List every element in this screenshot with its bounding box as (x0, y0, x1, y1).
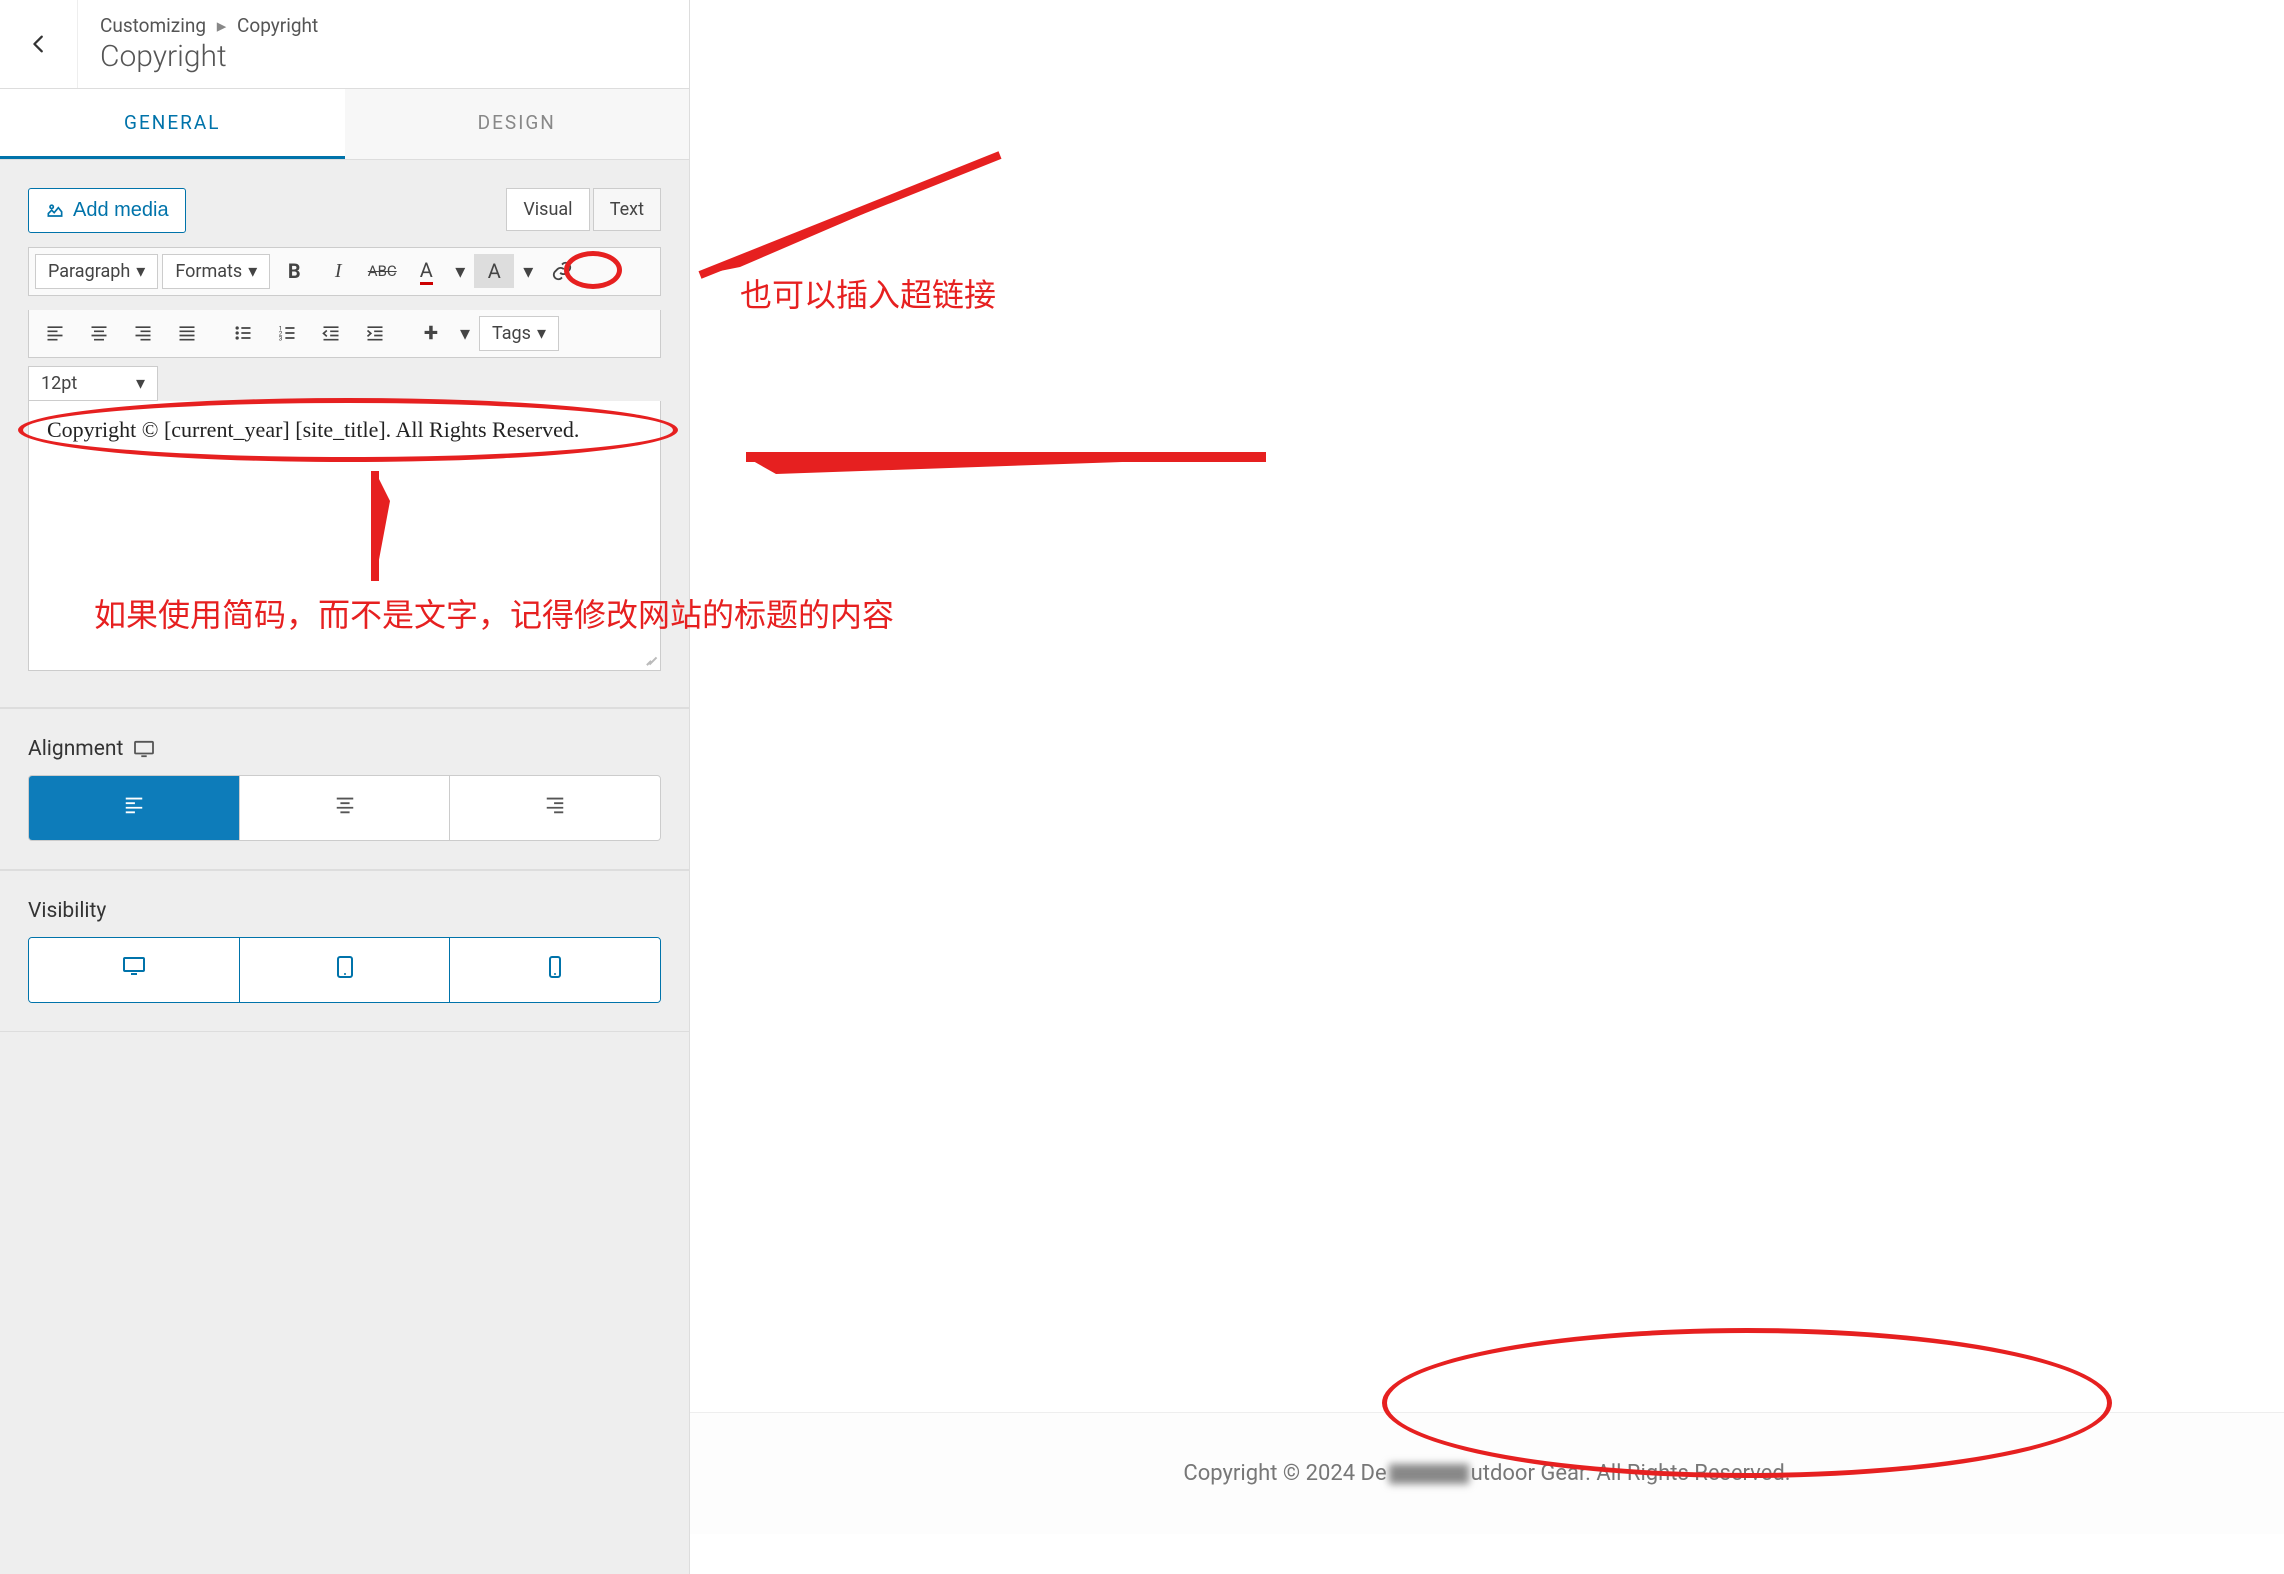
tab-design[interactable]: DESIGN (345, 89, 690, 159)
back-button[interactable] (0, 0, 78, 88)
align-left-icon (123, 794, 145, 816)
alignment-panel: Alignment (0, 708, 689, 870)
caret-down-icon: ▾ (537, 323, 546, 344)
add-media-label: Add media (73, 199, 169, 222)
insert-dropdown[interactable]: ▾ (455, 316, 475, 350)
align-right-option[interactable] (449, 776, 660, 840)
footer-preview: Copyright © 2024 De utdoor Gear. All Righ… (690, 1412, 2284, 1534)
desktop-icon (133, 740, 155, 758)
visibility-panel: Visibility (0, 870, 689, 1032)
formats-select[interactable]: Formats ▾ (162, 254, 270, 289)
link-icon (551, 260, 573, 282)
highlight-button[interactable]: A (474, 254, 514, 288)
align-right-icon (133, 323, 153, 343)
fontsize-select[interactable]: 12pt ▾ (28, 366, 158, 401)
align-center-button[interactable] (79, 316, 119, 350)
footer-text-post: utdoor Gear. All Rights Reserved. (1471, 1461, 1791, 1486)
mobile-icon (548, 956, 562, 978)
caret-down-icon: ▾ (136, 373, 145, 394)
bullet-list-button[interactable] (223, 316, 263, 350)
number-list-icon: 123 (277, 323, 297, 343)
editor-panel: Add media Visual Text Paragraph ▾ Format… (0, 160, 689, 708)
visibility-group (28, 937, 661, 1003)
tablet-icon (336, 956, 354, 978)
italic-button[interactable]: I (318, 254, 358, 288)
align-right-button[interactable] (123, 316, 163, 350)
editor-textarea[interactable]: Copyright © [current_year] [site_title].… (28, 401, 661, 671)
footer-text-pre: Copyright © 2024 De (1183, 1461, 1386, 1486)
editor-toolbar-2: 123 + ▾ Tags ▾ (28, 310, 661, 358)
paragraph-select-label: Paragraph (48, 261, 130, 282)
chevron-left-icon (28, 33, 50, 55)
alignment-group (28, 775, 661, 841)
visibility-mobile[interactable] (449, 938, 660, 1002)
outdent-icon (321, 323, 341, 343)
text-color-dropdown[interactable]: ▾ (450, 254, 470, 288)
align-justify-icon (177, 323, 197, 343)
editor-toolbar-1: Paragraph ▾ Formats ▾ B I ABC A ▾ A ▾ (28, 247, 661, 296)
tabs-row: GENERAL DESIGN (0, 89, 689, 160)
text-color-button[interactable]: A (406, 254, 446, 288)
breadcrumb: Customizing ▸ Copyright (100, 14, 318, 37)
breadcrumb-sep: ▸ (217, 14, 227, 37)
add-media-button[interactable]: Add media (28, 188, 186, 233)
visibility-label: Visibility (28, 899, 106, 923)
outdent-button[interactable] (311, 316, 351, 350)
section-title: Copyright (100, 39, 318, 74)
align-center-icon (89, 323, 109, 343)
customizer-sidebar: Customizing ▸ Copyright Copyright GENERA… (0, 0, 690, 1574)
align-center-icon (334, 794, 356, 816)
number-list-button[interactable]: 123 (267, 316, 307, 350)
tags-select[interactable]: Tags ▾ (479, 316, 559, 351)
visibility-desktop[interactable] (29, 938, 239, 1002)
alignment-label: Alignment (28, 737, 123, 761)
bold-button[interactable]: B (274, 254, 314, 288)
align-left-button[interactable] (35, 316, 75, 350)
caret-down-icon: ▾ (136, 261, 145, 282)
header-titles: Customizing ▸ Copyright Copyright (78, 0, 340, 88)
tab-general[interactable]: GENERAL (0, 89, 345, 159)
breadcrumb-root: Customizing (100, 14, 206, 37)
fontsize-value: 12pt (41, 373, 77, 394)
visual-tab[interactable]: Visual (506, 188, 589, 231)
tags-select-label: Tags (492, 323, 531, 344)
preview-pane: Copyright © 2024 De utdoor Gear. All Righ… (690, 0, 2284, 1574)
media-icon (45, 201, 65, 221)
indent-icon (365, 323, 385, 343)
highlight-dropdown[interactable]: ▾ (518, 254, 538, 288)
breadcrumb-leaf: Copyright (237, 14, 318, 37)
link-button[interactable] (542, 254, 582, 288)
align-left-option[interactable] (29, 776, 239, 840)
bullet-list-icon (233, 323, 253, 343)
align-left-icon (45, 323, 65, 343)
formats-select-label: Formats (175, 261, 242, 282)
insert-button[interactable]: + (411, 316, 451, 350)
visibility-tablet[interactable] (239, 938, 450, 1002)
desktop-icon (122, 956, 146, 976)
svg-text:3: 3 (279, 335, 283, 343)
align-center-option[interactable] (239, 776, 450, 840)
text-mode-tab[interactable]: Text (593, 188, 661, 231)
caret-down-icon: ▾ (248, 261, 257, 282)
editor-content: Copyright © [current_year] [site_title].… (47, 417, 579, 442)
customizer-header: Customizing ▸ Copyright Copyright (0, 0, 689, 89)
paragraph-select[interactable]: Paragraph ▾ (35, 254, 158, 289)
indent-button[interactable] (355, 316, 395, 350)
strikethrough-button[interactable]: ABC (362, 254, 402, 288)
resize-handle-icon[interactable] (642, 652, 656, 666)
align-right-icon (544, 794, 566, 816)
redacted-text (1389, 1464, 1469, 1484)
align-justify-button[interactable] (167, 316, 207, 350)
